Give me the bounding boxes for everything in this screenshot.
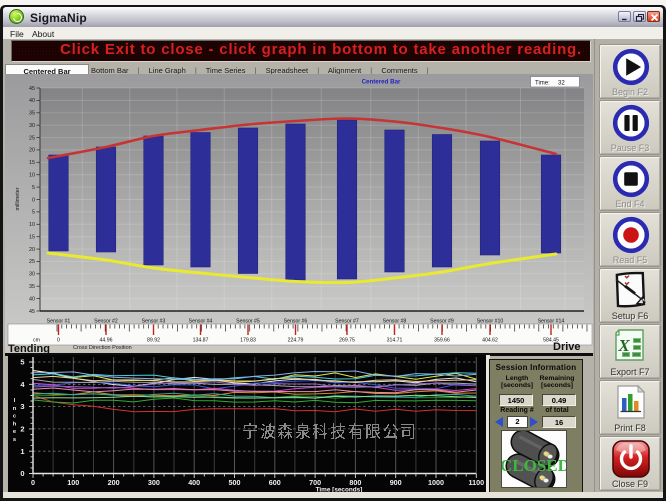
- svg-text:millimeter: millimeter: [15, 187, 21, 210]
- svg-text:Sensor #4: Sensor #4: [189, 319, 213, 325]
- svg-text:1000: 1000: [428, 478, 444, 487]
- svg-text:15: 15: [29, 235, 35, 241]
- svg-text:Sensor #9: Sensor #9: [430, 319, 454, 325]
- svg-text:32: 32: [558, 80, 565, 86]
- svg-text:404.62: 404.62: [482, 338, 498, 344]
- svg-text:30: 30: [29, 123, 35, 129]
- svg-text:Time:: Time:: [535, 80, 550, 86]
- svg-text:Sensor #6: Sensor #6: [284, 319, 308, 325]
- svg-text:5: 5: [32, 210, 35, 216]
- svg-text:Sensor #7: Sensor #7: [335, 319, 359, 325]
- svg-text:89.92: 89.92: [147, 338, 160, 344]
- svg-text:n: n: [13, 406, 17, 412]
- svg-text:600: 600: [269, 478, 281, 487]
- svg-text:44.96: 44.96: [100, 338, 113, 344]
- svg-text:20: 20: [29, 148, 35, 154]
- svg-text:400: 400: [188, 478, 200, 487]
- svg-text:179.83: 179.83: [240, 338, 256, 344]
- svg-text:0: 0: [57, 338, 60, 344]
- svg-text:300: 300: [148, 478, 160, 487]
- svg-text:100: 100: [67, 478, 79, 487]
- svg-text:30: 30: [29, 272, 35, 278]
- svg-text:134.87: 134.87: [193, 338, 209, 344]
- svg-text:2: 2: [20, 425, 24, 434]
- svg-text:15: 15: [29, 160, 35, 166]
- svg-text:35: 35: [29, 111, 35, 117]
- svg-text:Centered Bar: Centered Bar: [362, 79, 401, 86]
- svg-text:20: 20: [29, 247, 35, 253]
- svg-text:s: s: [13, 437, 16, 443]
- svg-text:h: h: [13, 421, 17, 427]
- svg-text:900: 900: [390, 478, 402, 487]
- svg-text:Sensor #5: Sensor #5: [236, 319, 260, 325]
- svg-text:3: 3: [20, 402, 24, 411]
- svg-text:10: 10: [29, 173, 35, 179]
- svg-text:500: 500: [229, 478, 241, 487]
- svg-text:40: 40: [29, 98, 35, 104]
- svg-text:Sensor #3: Sensor #3: [142, 319, 166, 325]
- svg-text:0: 0: [20, 469, 24, 478]
- svg-text:269.75: 269.75: [339, 338, 355, 344]
- svg-text:25: 25: [29, 135, 35, 141]
- svg-text:200: 200: [108, 478, 120, 487]
- svg-text:5: 5: [20, 358, 24, 367]
- svg-text:1: 1: [20, 447, 24, 456]
- svg-text:0: 0: [32, 197, 35, 203]
- svg-text:Sensor #10: Sensor #10: [477, 319, 504, 325]
- svg-text:45: 45: [29, 86, 35, 92]
- svg-text:45: 45: [29, 309, 35, 315]
- svg-text:10: 10: [29, 222, 35, 228]
- svg-text:314.71: 314.71: [387, 338, 403, 344]
- svg-text:224.79: 224.79: [288, 338, 304, 344]
- svg-text:Sensor #1: Sensor #1: [47, 319, 71, 325]
- svg-text:1100: 1100: [469, 478, 485, 487]
- svg-text:25: 25: [29, 259, 35, 265]
- svg-text:Sensor #8: Sensor #8: [383, 319, 407, 325]
- svg-text:35: 35: [29, 284, 35, 290]
- svg-text:Sensor #14: Sensor #14: [538, 319, 565, 325]
- svg-text:Sensor #2: Sensor #2: [94, 319, 118, 325]
- svg-text:40: 40: [29, 296, 35, 302]
- svg-text:0: 0: [31, 478, 35, 487]
- svg-text:5: 5: [32, 185, 35, 191]
- svg-text:359.66: 359.66: [434, 338, 450, 344]
